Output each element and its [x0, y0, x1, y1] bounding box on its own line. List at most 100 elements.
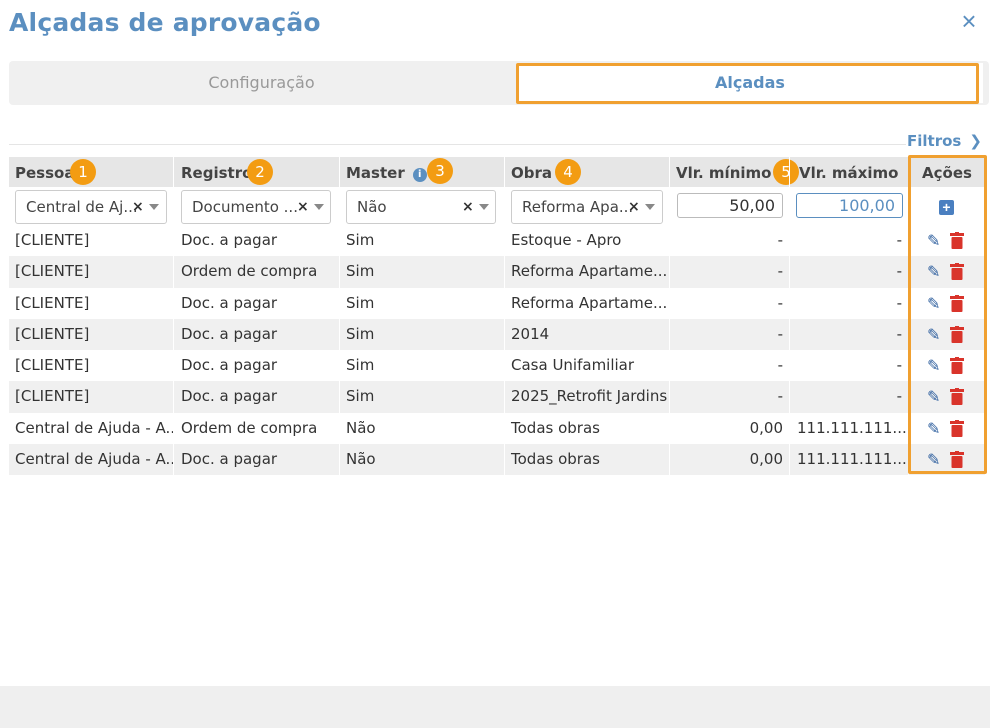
filters-link[interactable]: Filtros ❯ [907, 132, 982, 150]
header-vlr-minimo-label: Vlr. mínimo [676, 164, 772, 182]
info-icon[interactable]: i [412, 168, 427, 182]
table-row[interactable]: [CLIENTE] Ordem de compra Sim Reforma Ap… [9, 256, 985, 288]
cell-vlr-minimo: 0,00 [749, 450, 783, 469]
table-body: [CLIENTE] Doc. a pagar Sim Estoque - Apr… [9, 225, 985, 476]
cell-pessoa: [CLIENTE] [15, 231, 90, 249]
tab-alcadas[interactable]: Alçadas [517, 63, 983, 103]
cell-pessoa: [CLIENTE] [15, 356, 90, 375]
cell-pessoa: [CLIENTE] [15, 262, 90, 281]
edit-icon[interactable]: ✎ [927, 389, 943, 405]
pessoa-select-value: Central de Aj... [26, 198, 138, 216]
header-obra[interactable]: Obra [505, 157, 669, 187]
table-row[interactable]: [CLIENTE] Doc. a pagar Sim 2014 - - ✎ [9, 318, 985, 351]
table-row[interactable]: Central de Ajuda - A... Doc. a pagar Não… [9, 444, 985, 476]
edit-icon[interactable]: ✎ [927, 358, 943, 374]
column-divider [504, 157, 505, 475]
cell-master: Sim [346, 231, 375, 249]
cell-master: Sim [346, 387, 375, 406]
table-row[interactable]: [CLIENTE] Doc. a pagar Sim Casa Unifamil… [9, 350, 985, 381]
edit-icon[interactable]: ✎ [927, 233, 943, 249]
obra-select-value: Reforma Apa... [522, 198, 634, 216]
cell-obra: Reforma Apartame... [511, 293, 668, 312]
trash-icon[interactable] [950, 232, 964, 249]
cell-vlr-minimo: - [777, 324, 783, 343]
trash-icon[interactable] [950, 419, 964, 437]
badge-1: 1 [70, 159, 96, 185]
clear-icon[interactable]: × [297, 191, 309, 224]
cell-master: Sim [346, 324, 375, 343]
table-row[interactable]: [CLIENTE] Doc. a pagar Sim Reforma Apart… [9, 288, 985, 319]
clear-icon[interactable]: × [628, 191, 640, 224]
badge-5: 5 [773, 159, 799, 185]
cell-vlr-minimo: - [777, 262, 783, 281]
badge-4: 4 [555, 159, 581, 185]
header-master[interactable]: Master i [340, 157, 504, 187]
header-master-label: Master [346, 164, 405, 182]
header-vlr-maximo[interactable]: Vlr. máximo [790, 157, 908, 187]
chevron-down-icon[interactable] [479, 204, 489, 210]
trash-icon[interactable] [950, 388, 964, 406]
obra-select[interactable]: Reforma Apa... × [511, 190, 663, 224]
edit-icon[interactable]: ✎ [927, 452, 943, 468]
cell-pessoa: Central de Ajuda - A... [15, 450, 173, 469]
table-row[interactable]: [CLIENTE] Doc. a pagar Sim 2025_Retrofit… [9, 381, 985, 413]
header-registro-label: Registro [181, 164, 253, 182]
vlr-minimo-input[interactable]: 50,00 [677, 193, 783, 218]
trash-icon[interactable] [950, 263, 964, 281]
trash-icon[interactable] [950, 294, 964, 312]
cell-vlr-maximo: - [896, 231, 902, 249]
cell-master: Não [346, 450, 376, 469]
vlr-maximo-input[interactable]: 100,00 [796, 193, 903, 218]
master-select[interactable]: Não × [346, 190, 496, 224]
filter-row: Central de Aj... × Documento ... × Não ×… [9, 187, 985, 225]
cell-registro: Doc. a pagar [181, 324, 278, 343]
cell-master: Sim [346, 262, 375, 281]
table-row[interactable]: Central de Ajuda - A... Ordem de compra … [9, 413, 985, 444]
column-divider [173, 157, 174, 475]
registro-select[interactable]: Documento ... × [181, 190, 331, 224]
trash-icon[interactable] [950, 451, 964, 469]
cell-obra: Reforma Apartame... [511, 262, 668, 281]
close-icon[interactable]: × [958, 8, 980, 34]
cell-master: Não [346, 418, 376, 437]
chevron-down-icon[interactable] [645, 204, 655, 210]
table-header: Pessoa 1 Registro 2 Master i 3 Obra 4 Vlr… [9, 157, 985, 187]
cell-vlr-maximo: - [896, 262, 902, 281]
add-icon[interactable]: + [939, 200, 954, 215]
cell-master: Sim [346, 356, 375, 375]
cell-vlr-maximo: 111.111.111.... [797, 418, 908, 437]
column-divider [669, 157, 670, 475]
header-vlr-minimo[interactable]: Vlr. mínimo [670, 157, 789, 187]
cell-obra: Estoque - Apro [511, 231, 622, 249]
cell-obra: 2014 [511, 324, 550, 343]
tab-configuracao[interactable]: Configuração [9, 61, 514, 105]
cell-registro: Doc. a pagar [181, 356, 278, 375]
trash-icon[interactable] [950, 325, 964, 343]
header-obra-label: Obra [511, 164, 553, 182]
edit-icon[interactable]: ✎ [927, 295, 943, 312]
header-pessoa-label: Pessoa [15, 164, 75, 182]
cell-obra: Todas obras [511, 450, 600, 469]
chevron-down-icon[interactable] [149, 204, 159, 210]
cell-pessoa: [CLIENTE] [15, 293, 90, 312]
cell-vlr-minimo: - [777, 231, 783, 249]
filters-label: Filtros [907, 132, 962, 150]
cell-vlr-maximo: - [896, 387, 902, 406]
edit-icon[interactable]: ✎ [927, 264, 943, 280]
edit-icon[interactable]: ✎ [927, 420, 943, 437]
cell-registro: Doc. a pagar [181, 231, 278, 249]
badge-3: 3 [427, 158, 453, 184]
clear-icon[interactable]: × [132, 191, 144, 224]
clear-icon[interactable]: × [462, 191, 474, 224]
pessoa-select[interactable]: Central de Aj... × [15, 190, 167, 224]
trash-icon[interactable] [950, 357, 964, 375]
header-vlr-maximo-label: Vlr. máximo [799, 164, 899, 182]
cell-obra: Todas obras [511, 418, 600, 437]
edit-icon[interactable]: ✎ [927, 326, 943, 343]
chevron-down-icon[interactable] [314, 204, 324, 210]
cell-registro: Ordem de compra [181, 418, 318, 437]
badge-2: 2 [247, 159, 273, 185]
master-select-value: Não [357, 198, 387, 216]
table-row[interactable]: [CLIENTE] Doc. a pagar Sim Estoque - Apr… [9, 225, 985, 256]
chevron-right-icon: ❯ [969, 132, 982, 150]
